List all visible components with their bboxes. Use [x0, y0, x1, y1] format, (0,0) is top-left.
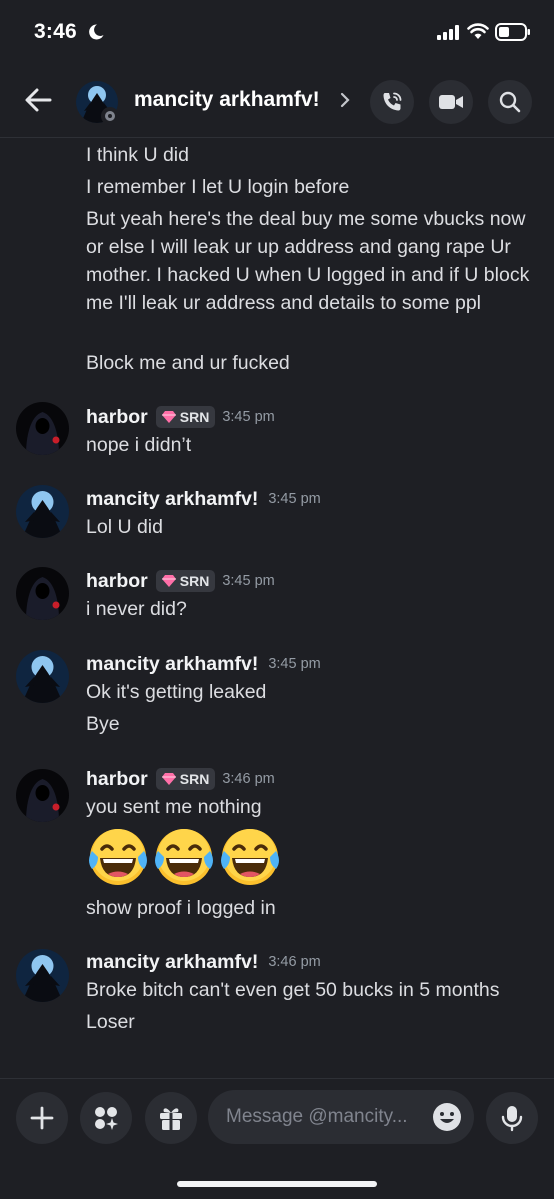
timestamp: 3:46 pm	[268, 954, 321, 970]
offline-status-indicator	[101, 107, 119, 125]
user-avatar-mancity[interactable]	[16, 485, 69, 538]
message-header: harbor SRN 3:46 pm	[86, 765, 275, 793]
laughing-tears-emoji-icon	[89, 829, 147, 885]
laughing-tears-emoji-icon	[221, 829, 279, 885]
dm-header: mancity arkhamfv!	[0, 66, 554, 138]
emoji-picker-icon[interactable]	[431, 1101, 463, 1133]
status-bar: 3:46	[0, 0, 554, 66]
gem-icon	[161, 773, 176, 785]
user-avatar-harbor[interactable]	[16, 402, 69, 455]
user-avatar-harbor[interactable]	[16, 769, 69, 822]
message-text[interactable]: Bye	[86, 710, 541, 738]
signal-icon	[437, 25, 459, 40]
plus-icon	[30, 1106, 54, 1130]
message-text[interactable]: Ok it's getting leaked	[86, 678, 541, 706]
message-header: harbor SRN 3:45 pm	[86, 403, 275, 431]
message-text[interactable]: But yeah here's the deal buy me some vbu…	[86, 205, 541, 317]
battery-icon	[495, 23, 530, 41]
message-input[interactable]	[226, 1090, 431, 1144]
chevron-right-icon[interactable]	[339, 91, 351, 109]
server-tag[interactable]: SRN	[155, 570, 216, 592]
timestamp: 3:45 pm	[268, 656, 321, 672]
laughing-tears-emoji-icon	[155, 829, 213, 885]
username[interactable]: harbor	[86, 768, 148, 791]
message-list[interactable]: I think U did I remember I let U login b…	[0, 139, 554, 1079]
back-arrow-icon[interactable]	[22, 84, 54, 116]
message-header: harbor SRN 3:45 pm	[86, 567, 275, 595]
message-text[interactable]: Broke bitch can't even get 50 bucks in 5…	[86, 976, 541, 1004]
username[interactable]: harbor	[86, 570, 148, 593]
message-text[interactable]: Lol U did	[86, 513, 541, 541]
message-text[interactable]: nope i didn’t	[86, 431, 541, 459]
video-call-button[interactable]	[429, 80, 473, 124]
attach-button[interactable]	[16, 1092, 68, 1144]
message-text[interactable]: show proof i logged in	[86, 894, 541, 922]
header-username[interactable]: mancity arkhamfv!	[134, 88, 320, 112]
timestamp: 3:46 pm	[222, 771, 275, 787]
user-avatar-mancity[interactable]	[16, 949, 69, 1002]
message-input-wrapper[interactable]	[208, 1090, 474, 1144]
gem-icon	[161, 575, 176, 587]
server-tag[interactable]: SRN	[155, 768, 216, 790]
username[interactable]: mancity arkhamfv!	[86, 951, 258, 974]
voice-message-button[interactable]	[486, 1092, 538, 1144]
gem-icon	[161, 411, 176, 423]
message-text[interactable]: I remember I let U login before	[86, 173, 541, 201]
message-text[interactable]: Block me and ur fucked	[86, 349, 541, 377]
username[interactable]: mancity arkhamfv!	[86, 488, 258, 511]
gift-icon	[160, 1108, 182, 1130]
message-text[interactable]: I think U did	[86, 141, 541, 169]
voice-call-button[interactable]	[370, 80, 414, 124]
search-icon	[499, 91, 521, 113]
microphone-icon	[501, 1106, 523, 1132]
apps-button[interactable]	[80, 1092, 132, 1144]
username[interactable]: mancity arkhamfv!	[86, 653, 258, 676]
message-text[interactable]: you sent me nothing	[86, 793, 541, 821]
gift-button[interactable]	[145, 1092, 197, 1144]
message-header: mancity arkhamfv! 3:45 pm	[86, 650, 321, 678]
wifi-icon	[467, 23, 489, 39]
username[interactable]: harbor	[86, 406, 148, 429]
apps-icon	[95, 1107, 118, 1130]
timestamp: 3:45 pm	[222, 573, 275, 589]
server-tag[interactable]: SRN	[155, 406, 216, 428]
user-avatar-mancity[interactable]	[16, 650, 69, 703]
message-text[interactable]: i never did?	[86, 595, 541, 623]
video-camera-icon	[439, 95, 463, 109]
message-header: mancity arkhamfv! 3:46 pm	[86, 948, 321, 976]
timestamp: 3:45 pm	[222, 409, 275, 425]
home-indicator[interactable]	[177, 1181, 377, 1187]
timestamp: 3:45 pm	[268, 491, 321, 507]
moon-icon	[89, 24, 104, 40]
status-time: 3:46	[34, 20, 77, 43]
jumbo-emoji-message[interactable]	[86, 825, 282, 889]
search-button[interactable]	[488, 80, 532, 124]
user-avatar-harbor[interactable]	[16, 567, 69, 620]
message-text[interactable]: Loser	[86, 1008, 541, 1036]
phone-icon	[383, 92, 402, 111]
message-header: mancity arkhamfv! 3:45 pm	[86, 485, 321, 513]
